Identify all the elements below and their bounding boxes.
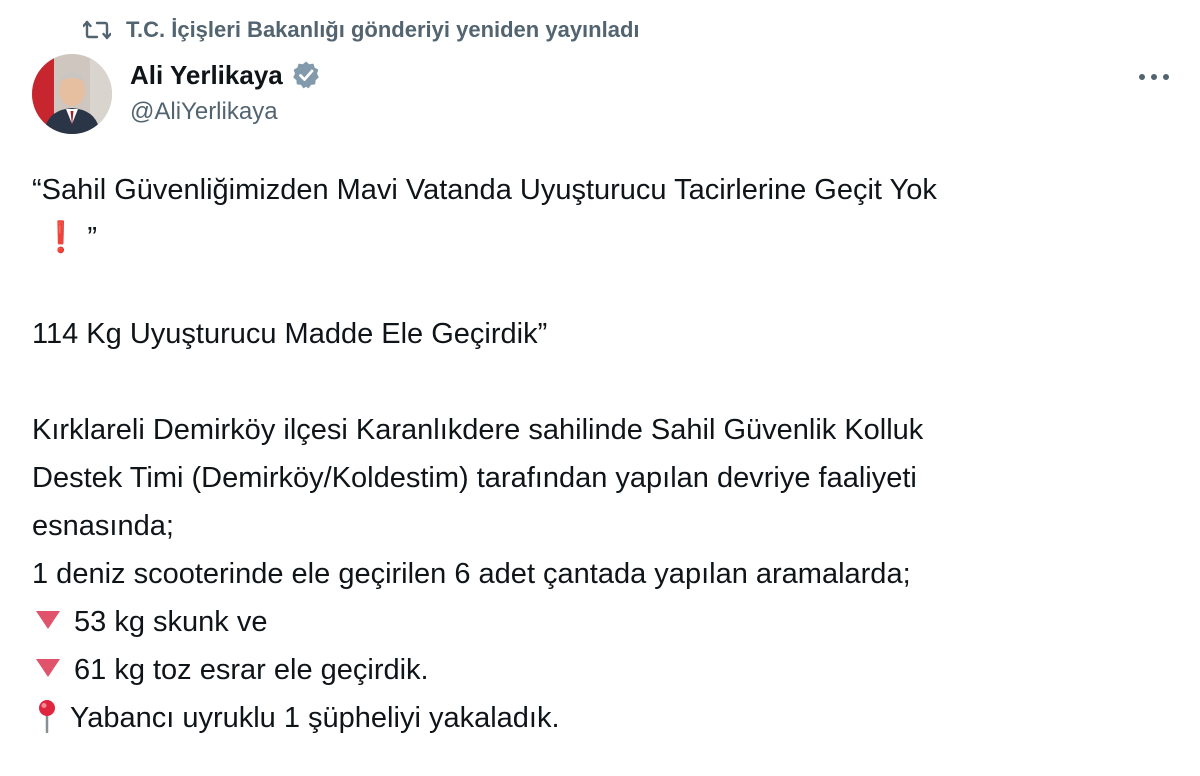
tweet-line: 114 Kg Uyuşturucu Madde Ele Geçirdik” — [32, 318, 548, 350]
tweet-line: 1 deniz scooterinde ele geçirilen 6 adet… — [32, 558, 911, 590]
avatar-image — [32, 54, 112, 134]
tweet-text: “Sahil Güvenliğimizden Mavi Vatanda Uyuş… — [32, 166, 1172, 742]
repost-icon — [82, 17, 112, 43]
repost-label: T.C. İçişleri Bakanlığı gönderiyi yenide… — [126, 17, 640, 42]
tweet-line: Kırklareli Demirköy ilçesi Karanlıkdere … — [32, 414, 924, 446]
avatar[interactable] — [32, 54, 112, 134]
round-pushpin-icon — [34, 699, 60, 734]
exclamation-emoji-icon: ❗ — [42, 221, 80, 254]
closing-quote: ” — [87, 222, 98, 254]
list-item-text: Yabancı uyruklu 1 şüpheliyi yakaladık. — [70, 702, 560, 734]
red-triangle-down-icon — [36, 659, 60, 677]
list-item: Yabancı uyruklu 1 şüpheliyi yakaladık. — [32, 694, 1172, 742]
repost-indicator[interactable]: T.C. İçişleri Bakanlığı gönderiyi yenide… — [82, 14, 640, 46]
red-triangle-down-icon — [36, 611, 60, 629]
list-item-text: 61 kg toz esrar ele geçirdik. — [74, 654, 429, 686]
tweet-line: Destek Timi (Demirköy/Koldestim) tarafın… — [32, 462, 917, 494]
tweet-line: “Sahil Güvenliğimizden Mavi Vatanda Uyuş… — [32, 174, 937, 206]
tweet-line: esnasında; — [32, 510, 174, 542]
more-icon — [1139, 74, 1169, 80]
more-options-button[interactable] — [1134, 62, 1174, 92]
display-name[interactable]: Ali Yerlikaya — [130, 60, 283, 91]
list-item: 61 kg toz esrar ele geçirdik. — [32, 646, 1172, 694]
author-name-row[interactable]: Ali Yerlikaya — [130, 58, 321, 92]
list-item-text: 53 kg skunk ve — [74, 606, 268, 638]
author-handle[interactable]: @AliYerlikaya — [130, 98, 278, 126]
list-item: 53 kg skunk ve — [32, 598, 1172, 646]
verified-badge-icon — [291, 60, 321, 90]
tweet-line-exclaim: ❗” — [32, 214, 1172, 262]
tweet-card[interactable]: T.C. İçişleri Bakanlığı gönderiyi yenide… — [0, 0, 1200, 776]
